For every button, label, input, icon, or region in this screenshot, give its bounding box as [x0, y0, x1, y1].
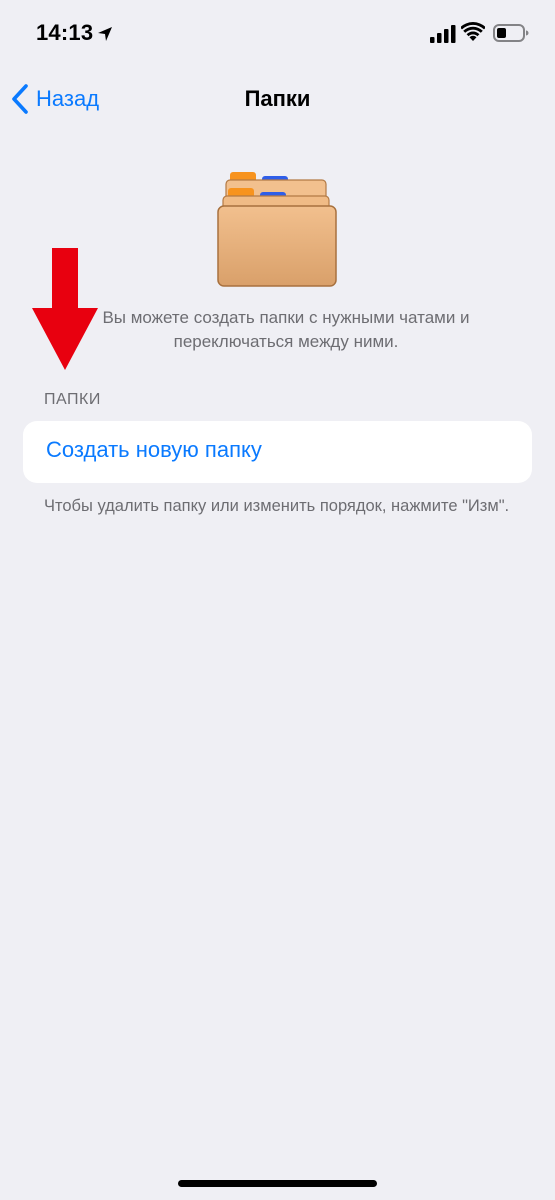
section-header-folders: ПАПКИ: [44, 391, 101, 408]
cellular-signal-icon: [430, 25, 456, 43]
location-arrow-icon: [98, 27, 112, 41]
page-title: Папки: [244, 86, 311, 111]
folders-icon: [217, 172, 337, 287]
navigation-bar: Назад Папки: [0, 70, 555, 128]
home-indicator: [178, 1180, 377, 1187]
create-new-folder-button[interactable]: Создать новую папку: [46, 437, 262, 463]
status-time: 14:13: [36, 20, 94, 45]
battery-icon: [493, 24, 529, 42]
red-arrow-annotation: [32, 248, 98, 370]
wifi-icon: [461, 22, 485, 41]
intro-description: Вы можете создать папки с нужными чатами…: [102, 308, 470, 351]
folders-list: Создать новую папку: [23, 421, 532, 483]
section-footer-hint: Чтобы удалить папку или изменить порядок…: [44, 497, 510, 515]
status-bar: 14:13: [0, 0, 555, 70]
